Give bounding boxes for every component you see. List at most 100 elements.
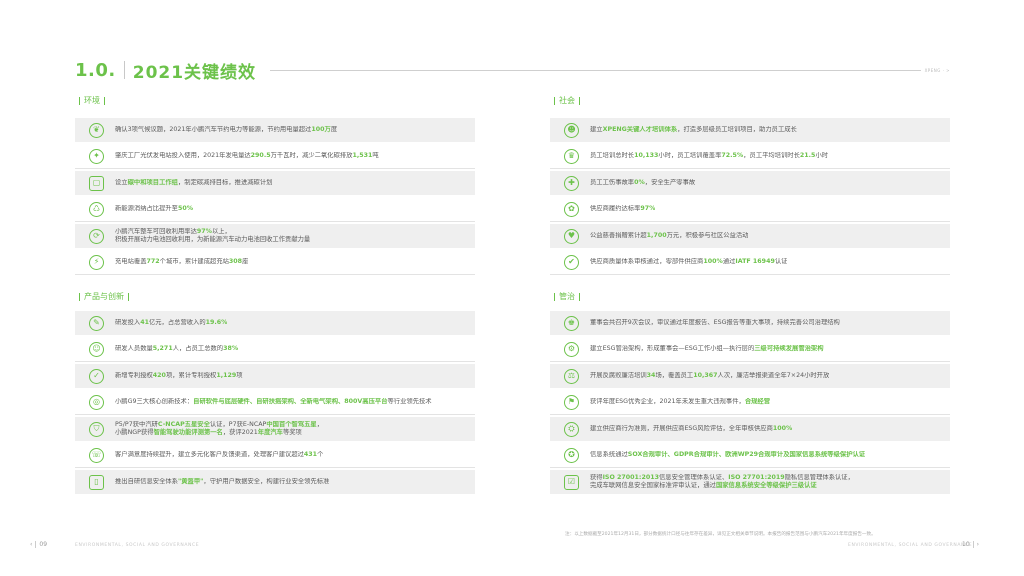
prev-arrow-icon: ‹ — [30, 541, 33, 548]
kpi-segment: 员工工伤事故率 — [590, 178, 635, 186]
kpi-row: ✓ 新增专利授权420项，累计专利授权1,129项 — [75, 364, 475, 388]
kpi-highlight: 中国首个智驾五星 — [266, 420, 317, 428]
kpi-segment: 肇庆工厂光伏发电站投入使用，2021年发电量达 — [115, 151, 251, 159]
kpi-line: 新增专利授权420项，累计专利授权1,129项 — [115, 372, 243, 380]
kpi-segment: 员工培训总时长 — [590, 151, 635, 159]
kpi-segment: 等行业领先技术 — [387, 397, 432, 405]
page-divider — [35, 541, 37, 548]
kpi-text: 研发投入41亿元，占总营收入的19.6% — [115, 319, 227, 327]
kpi-row: ⚑ 获评年度ESG优秀企业，2021年未发生重大违规事件，合规经营 — [550, 391, 950, 415]
kpi-text: P5/P7获中汽研C-NCAP五星安全认证，P7获E-NCAP中国首个智驾五星，… — [115, 421, 323, 438]
kpi-highlight: 自研软件与底层硬件、自研扶摇架构、全新电气架构、800V高压平台 — [193, 397, 388, 405]
kpi-text: 肇庆工厂光伏发电站投入使用，2021年发电量达290.5万千瓦时，减少二氧化碳排… — [115, 152, 379, 160]
kpi-highlight: 碳中和项目工作组 — [127, 178, 178, 186]
kpi-text: 充电站覆盖772个城市，累计建成超充站308座 — [115, 258, 248, 266]
kpi-text: 建立供应商行为准则，开展供应商ESG风险评估，全年审核供应商100% — [590, 425, 792, 433]
kpi-line: 公益慈善捐赠累计超1,700万元，积极参与社区公益活动 — [590, 232, 748, 240]
kpi-segment: ，打造多层级员工培训项目，助力员工成长 — [677, 125, 797, 133]
kpi-line: 建立XPENG关键人才培训体系，打造多层级员工培训项目，助力员工成长 — [590, 126, 797, 134]
charity-icon: ♥ — [564, 228, 579, 244]
kpi-segment: 等奖项 — [282, 429, 302, 436]
certification-badge-icon: ✪ — [564, 447, 579, 463]
kpi-segment: 场，覆盖员工 — [655, 371, 694, 379]
kpi-line: 建立ESG管治架构，形成董事会—ESG工作小组—执行层的三级可持续发展管治架构 — [590, 345, 824, 353]
kpi-segment: 供应商质量体系审核通过，零部件供应商 — [590, 257, 704, 265]
kpi-segment: 隐私信息管理体系认证， — [784, 473, 854, 481]
kpi-line: 研发人员数量5,271人，占员工总数的38% — [115, 345, 238, 353]
brand-text-left: ENVIRONMENTAL, SOCIAL AND GOVERNANCE — [75, 543, 200, 548]
kpi-text: 建立ESG管治架构，形成董事会—ESG工作小组—执行层的三级可持续发展管治架构 — [590, 345, 824, 353]
kpi-segment: 研发人员数量 — [115, 344, 153, 352]
recycle-icon: ⟳ — [89, 228, 104, 244]
kpi-text: 小鹏G9三大核心创新技术：自研软件与底层硬件、自研扶摇架构、全新电气架构、800… — [115, 398, 432, 406]
kpi-highlight: 19.6% — [205, 318, 228, 326]
kpi-highlight: IATF 16949 — [735, 257, 775, 265]
kpi-segment: 万元，积极参与社区公益活动 — [666, 231, 749, 239]
page-header: 1.0. 2021关键绩效 XPENG · > — [75, 58, 950, 83]
section-label: 管治 — [559, 292, 575, 301]
kpi-row: ❦ 确认3项气候议题，2021年小鹏汽车节约电力等能源，节约用电量超过100万度 — [75, 118, 475, 142]
kpi-highlight: 97% — [196, 227, 212, 235]
section-heading-governance: 管治 — [550, 291, 584, 302]
kpi-segment: 小鹏汽车整车可回收利用率达 — [115, 227, 197, 235]
kpi-text: 新能源消纳占比提升至50% — [115, 205, 193, 213]
kpi-segment: 新增专利授权 — [115, 371, 153, 379]
kpi-segment: 供应商履约达标率 — [590, 204, 641, 212]
heading-bar — [79, 292, 80, 301]
kpi-line: 新能源消纳占比提升至50% — [115, 205, 193, 213]
kpi-segment: ，员工平均培训时长 — [743, 151, 800, 159]
kpi-row: ◎ 小鹏G9三大核心创新技术：自研软件与底层硬件、自研扶摇架构、全新电气架构、80… — [75, 391, 475, 415]
kpi-text: 设立碳中和项目工作组，制定碳减排目标，推进减碳计划 — [115, 179, 272, 187]
kpi-line: 积极开展动力电池回收利用，为新能源汽车动力电池回收工作贡献力量 — [115, 236, 310, 244]
kpi-line: 完成车联网信息安全国家标准评审认证，通过国家信息系统安全等级保护三级认证 — [590, 482, 854, 490]
kpi-highlight: 72.5% — [721, 151, 744, 159]
kpi-segment: 个 — [317, 450, 324, 458]
heading-bar — [554, 96, 555, 105]
kpi-line: 董事会共召开9次会议，审议通过年度报告、ESG报告等重大事项，持续完善公司治理结… — [590, 319, 840, 327]
kpi-row: ✚ 员工工伤事故率0%，安全生产零事故 — [550, 171, 950, 195]
kpi-highlight: "黄盔甲" — [177, 477, 204, 485]
kpi-line: 员工培训总时长10,133小时，员工培训覆盖率72.5%，员工平均培训时长21.… — [590, 152, 828, 160]
kpi-segment: 信息安全管理体系认证、 — [658, 473, 729, 481]
page-title: 2021关键绩效 — [132, 62, 257, 83]
governance-list: ♚ 董事会共召开9次会议，审议通过年度报告、ESG报告等重大事项，持续完善公司治理… — [550, 311, 950, 497]
kpi-highlight: 100% — [772, 424, 793, 432]
kpi-highlight: 智能驾驶功能评测第一名 — [153, 429, 223, 436]
kpi-line: 肇庆工厂光伏发电站投入使用，2021年发电量达290.5万千瓦时，减少二氧化碳排… — [115, 152, 379, 160]
kpi-segment: 设立 — [115, 178, 128, 186]
kpi-segment: 以上， — [211, 227, 231, 235]
customer-icon: ☏ — [89, 447, 104, 463]
kpi-text: 信息系统通过SOX合规审计、GDPR合规审计、欧洲WP29合规审计及国家信息系统… — [590, 451, 865, 459]
kpi-segment: 客户满意度持续提升，建立多元化客户反馈渠道，处理客户建议超过 — [115, 450, 304, 458]
kpi-row: ✪ 信息系统通过SOX合规审计、GDPR合规审计、欧洲WP29合规审计及国家信息系… — [550, 444, 950, 468]
kpi-text: 获评年度ESG优秀企业，2021年未发生重大违规事件，合规经营 — [590, 398, 770, 406]
kpi-segment: 建立供应商行为准则，开展供应商ESG风险评估，全年审核供应商 — [590, 424, 773, 432]
kpi-highlight: 年度汽车 — [257, 429, 283, 436]
ethics-icon: ⚑ — [564, 394, 579, 410]
phone-icon: ▯ — [89, 474, 104, 490]
kpi-segment: 小时 — [815, 151, 829, 159]
kpi-segment: 个城市，累计建成超充站 — [159, 257, 229, 265]
kpi-segment: 座 — [242, 257, 249, 265]
document-check-icon: ☑ — [564, 474, 579, 490]
patent-icon: ✓ — [89, 368, 104, 384]
header-tag: XPENG · > — [924, 67, 950, 73]
kpi-line: 小鹏G9三大核心创新技术：自研软件与底层硬件、自研扶摇架构、全新电气架构、800… — [115, 398, 432, 406]
kpi-segment: ，守护用户数据安全，构建行业安全领先标准 — [203, 477, 330, 485]
heading-bar — [79, 96, 80, 105]
kpi-row: ⛉ P5/P7获中汽研C-NCAP五星安全认证，P7获E-NCAP中国首个智驾五星… — [75, 417, 475, 441]
safety-cross-icon: ✚ — [564, 175, 579, 191]
kpi-segment: 公益慈善捐赠累计超 — [590, 231, 647, 239]
kpi-text: 客户满意度持续提升，建立多元化客户反馈渠道，处理客户建议超过431个 — [115, 451, 323, 459]
section-label: 社会 — [559, 96, 575, 105]
kpi-segment: 获得 — [590, 473, 603, 481]
footnote: 注：以上数据截至2021年12月31日，部分数据统计口径与往年存在差异，详见正文… — [565, 532, 876, 537]
kpi-segment: ，制定碳减排目标，推进减碳计划 — [177, 178, 273, 186]
kpi-segment: 开展反腐败廉洁培训 — [590, 371, 647, 379]
kpi-row: ▯ 推出自研信息安全体系"黄盔甲"，守护用户数据安全，构建行业安全领先标准 — [75, 470, 475, 494]
kpi-highlight: 50% — [177, 204, 194, 212]
kpi-text: 研发人员数量5,271人，占员工总数的38% — [115, 345, 238, 353]
kpi-text: 供应商履约达标率97% — [590, 205, 655, 213]
kpi-row: ♺ 新能源消纳占比提升至50% — [75, 198, 475, 222]
kpi-segment: 董事会共召开9次会议，审议通过年度报告、ESG报告等重大事项，持续完善公司治理结… — [590, 318, 840, 326]
